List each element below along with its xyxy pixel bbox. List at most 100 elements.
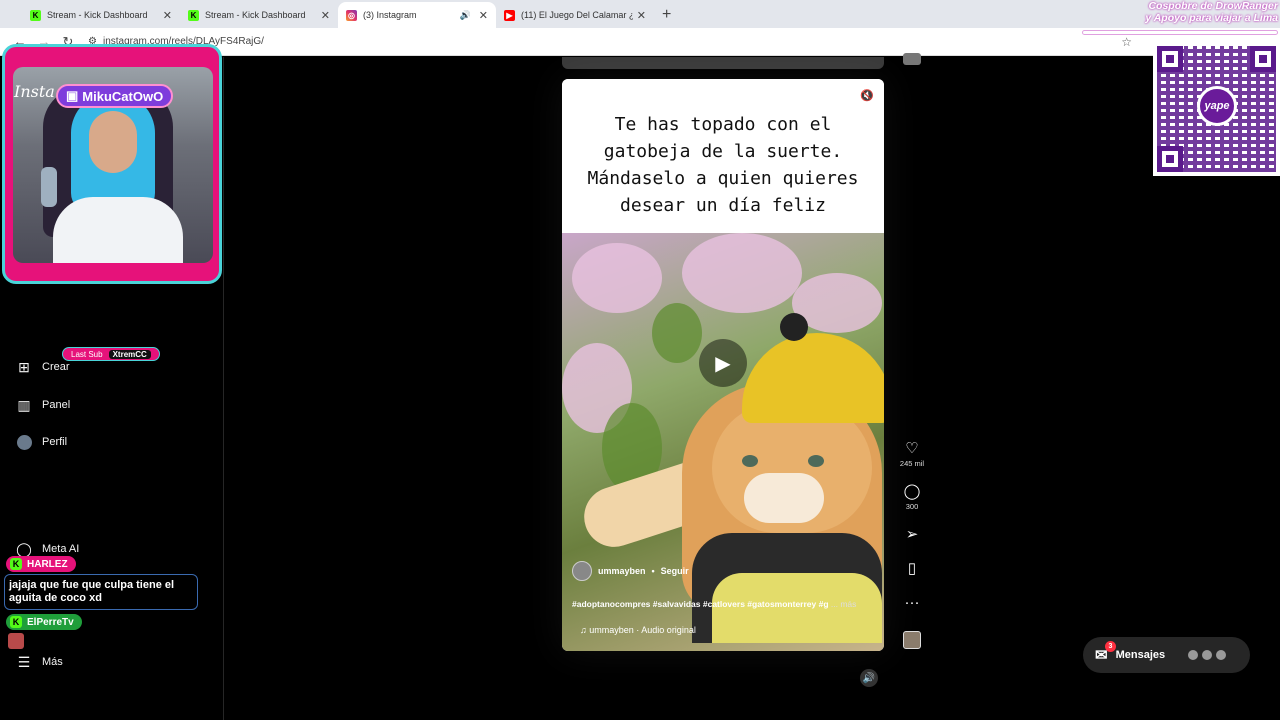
messages-label: Mensajes xyxy=(1115,649,1166,661)
share-action[interactable]: ➢ xyxy=(896,527,928,543)
reel-card[interactable]: Te has topado con el gatobeja de la suer… xyxy=(562,79,884,651)
chat-emote xyxy=(8,633,24,649)
message-avatars xyxy=(1187,649,1228,661)
bookmark-star-icon[interactable]: ☆ xyxy=(1121,35,1140,49)
streamer-name: MikuCatOwO xyxy=(82,88,164,104)
tab-instagram[interactable]: ◎ (3) Instagram 🔊 ✕ xyxy=(338,2,496,28)
reel-author: ummayben • Seguir xyxy=(572,561,689,581)
menu-icon: ☰ xyxy=(17,653,31,670)
kick-icon: K xyxy=(30,9,41,21)
volume-icon[interactable]: 🔊 xyxy=(860,669,878,687)
reel-video[interactable]: ▶ ummayben • Seguir #adoptanocompres #sa… xyxy=(562,233,884,651)
caption-line: desear un día feliz xyxy=(620,195,826,216)
stream-goal-banner: Cospobre de DrowRanger y Apoyo para viaj… xyxy=(1078,0,1278,30)
reel-audio[interactable]: ♫ ummayben · Audio original xyxy=(580,625,696,635)
kick-icon: K xyxy=(10,616,22,628)
caption-line: gatobeja de la suerte. xyxy=(603,141,843,162)
like-count: 245 mil xyxy=(899,459,925,468)
tab-kick-dashboard-2[interactable]: K Stream - Kick Dashboard ✕ xyxy=(180,2,338,28)
previous-audio-thumb[interactable] xyxy=(903,53,921,65)
sidebar-item-label: Panel xyxy=(42,399,71,411)
sidebar-item-label: Crear xyxy=(42,361,70,373)
separator: • xyxy=(651,566,655,576)
audio-thumbnail[interactable] xyxy=(903,631,921,649)
comment-count: 300 xyxy=(905,502,919,511)
close-icon[interactable]: ✕ xyxy=(163,9,172,22)
messenger-icon: ✉ 3 xyxy=(1095,641,1116,664)
meta-ai-icon: ◯ xyxy=(16,540,32,557)
send-icon[interactable]: ➢ xyxy=(896,527,928,543)
tab-youtube[interactable]: ▶ (11) El Juego Del Calamar ¿Por ✕ xyxy=(496,2,654,28)
last-sub-label: Last Sub xyxy=(71,349,103,359)
mute-icon[interactable]: 🔇 xyxy=(860,89,874,103)
chat-username: HARLEZ xyxy=(27,558,68,570)
webcam-overlay xyxy=(2,44,222,284)
caption-line: Te has topado con el xyxy=(614,114,832,135)
sidebar-item-perfil[interactable]: Perfil xyxy=(16,434,67,450)
reel-hashtags: #adoptanocompres #salvavidas #catlovers … xyxy=(572,599,874,609)
banner-line: y Apoyo para viajar a Lima xyxy=(1145,12,1278,24)
streamer-shirt xyxy=(53,197,183,263)
chat-message: jajaja que fue que culpa tiene el aguita… xyxy=(4,574,198,610)
sidebar-item-label: Meta AI xyxy=(42,543,80,555)
like-action[interactable]: ♡ 245 mil xyxy=(896,441,928,469)
bee-hat xyxy=(742,333,884,423)
qr-finder xyxy=(1250,46,1276,72)
sidebar-item-panel[interactable]: ▥ Panel xyxy=(16,397,70,413)
avatar[interactable] xyxy=(572,561,592,581)
qr-finder xyxy=(1157,146,1183,172)
twitch-icon: ▣ xyxy=(66,88,79,103)
blossom xyxy=(572,243,662,313)
screen: K Stream - Kick Dashboard ✕ K Stream - K… xyxy=(0,0,1280,720)
last-sub-banner: Last Sub XtremCC xyxy=(62,347,160,361)
comment-action[interactable]: ◯ 300 xyxy=(896,484,928,512)
save-action[interactable]: ▯ xyxy=(896,561,928,577)
cat-muzzle xyxy=(744,473,824,523)
previous-reel-edge xyxy=(562,57,884,69)
streamer-badge: ▣ MikuCatOwO xyxy=(56,84,174,108)
new-tab-button[interactable]: + xyxy=(662,2,671,28)
streamer-face xyxy=(89,111,137,173)
last-sub-name: XtremCC xyxy=(108,349,151,359)
kick-icon: K xyxy=(188,9,199,21)
heart-icon[interactable]: ♡ xyxy=(896,441,928,457)
close-icon[interactable]: ✕ xyxy=(479,9,488,22)
close-icon[interactable]: ✕ xyxy=(637,9,646,22)
tab-title: (3) Instagram xyxy=(363,10,417,20)
sidebar-item-label: Más xyxy=(42,656,63,668)
more-options-icon[interactable]: ··· xyxy=(896,595,928,611)
chat-username: ElPerreTv xyxy=(27,616,74,628)
sidebar-item-mas[interactable]: ☰ Más xyxy=(16,654,63,670)
avatar xyxy=(1187,649,1200,661)
caption-line: Mándaselo a quien quieres xyxy=(587,168,859,189)
yape-logo: yape xyxy=(1197,86,1237,126)
speaker-icon[interactable]: 🔊 xyxy=(460,10,471,21)
play-icon[interactable]: ▶ xyxy=(699,339,747,387)
youtube-icon: ▶ xyxy=(504,9,515,21)
more-action[interactable]: ··· xyxy=(896,595,928,611)
kick-icon: K xyxy=(10,558,22,570)
hashtags-text[interactable]: #adoptanocompres #salvavidas #catlovers … xyxy=(572,599,829,609)
sidebar-item-crear[interactable]: ⊞ Crear xyxy=(16,359,70,375)
banner-line: Cospobre de DrowRanger xyxy=(1148,0,1278,12)
goal-progress-bar xyxy=(1082,30,1278,35)
yape-qr-code: yape xyxy=(1153,42,1280,176)
sidebar-item-label: Perfil xyxy=(42,436,68,448)
cat-eye xyxy=(742,455,758,467)
tab-title: Stream - Kick Dashboard xyxy=(47,10,148,20)
more-link[interactable]: ... más xyxy=(831,599,857,609)
leaf xyxy=(652,303,702,363)
tab-title: (11) El Juego Del Calamar ¿Por xyxy=(521,10,633,20)
audio-label: ummayben · Audio original xyxy=(589,625,696,635)
qr-finder xyxy=(1157,46,1183,72)
comment-icon[interactable]: ◯ xyxy=(896,484,928,500)
author-username[interactable]: ummayben xyxy=(598,566,646,576)
sidebar-item-meta-ai[interactable]: ◯ Meta AI xyxy=(16,541,79,557)
avatar xyxy=(16,434,32,450)
close-icon[interactable]: ✕ xyxy=(321,9,330,22)
bookmark-icon[interactable]: ▯ xyxy=(896,561,928,577)
tab-kick-dashboard-1[interactable]: K Stream - Kick Dashboard ✕ xyxy=(22,2,180,28)
cat-eye xyxy=(808,455,824,467)
follow-button[interactable]: Seguir xyxy=(661,566,689,576)
messages-button[interactable]: ✉ 3 Mensajes xyxy=(1083,637,1250,673)
